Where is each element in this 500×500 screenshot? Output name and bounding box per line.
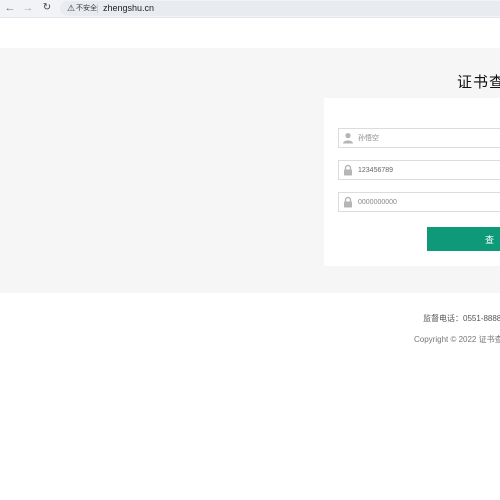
password-input[interactable] [358, 161, 498, 179]
query-form-card: 查 [324, 98, 500, 266]
query-button[interactable]: 查 [427, 227, 500, 251]
footer-phone: 监督电话：0551-88888 [423, 314, 500, 323]
page-title: 证书查 [457, 74, 500, 91]
password-field[interactable] [338, 160, 500, 180]
address-divider [97, 4, 98, 13]
footer-copyright: Copyright © 2022 证书查询 [414, 335, 500, 344]
code-field[interactable] [338, 192, 500, 212]
url-text[interactable]: zhengshu.cn [103, 2, 154, 15]
forward-arrow-icon[interactable]: → [22, 2, 34, 14]
page-header-strip [0, 18, 500, 48]
user-icon [343, 133, 353, 144]
lock-icon [344, 164, 352, 176]
name-field[interactable] [338, 128, 500, 148]
name-input[interactable] [358, 129, 498, 147]
back-arrow-icon[interactable]: ← [4, 2, 16, 14]
reload-icon[interactable]: ↻ [41, 2, 53, 14]
code-input[interactable] [358, 193, 498, 211]
lock-icon [344, 196, 352, 208]
address-bar[interactable]: ⚠ 不安全 zhengshu.cn [60, 1, 500, 16]
browser-toolbar: ← → ↻ ⚠ 不安全 zhengshu.cn [0, 0, 500, 18]
security-label[interactable]: 不安全 [76, 3, 97, 14]
